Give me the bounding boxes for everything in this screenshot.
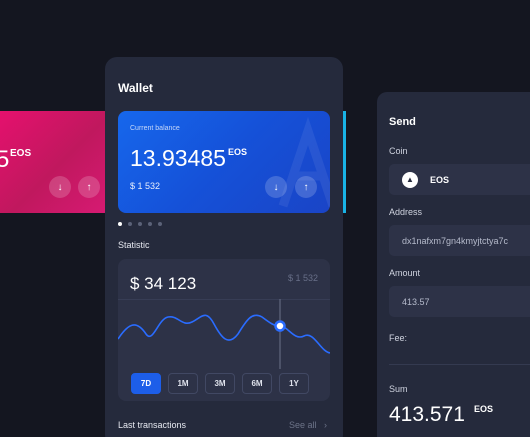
- range-1m-button[interactable]: 1M: [168, 373, 198, 394]
- balance-currency: EOS: [228, 147, 248, 157]
- pager-dot[interactable]: [148, 222, 152, 226]
- amount-input[interactable]: 413.57: [389, 286, 530, 317]
- address-label: Address: [389, 207, 423, 217]
- receive-arrow-down-icon[interactable]: ↓: [265, 176, 287, 198]
- balance-label: Current balance: [130, 125, 180, 132]
- send-panel: Send Coin ▲ EOS Address dx1nafxm7gn4kmyj…: [377, 92, 530, 437]
- range-selector: 7D 1M 3M 6M 1Y: [131, 373, 309, 394]
- statistic-line-chart[interactable]: [118, 299, 330, 369]
- range-1y-button[interactable]: 1Y: [279, 373, 309, 394]
- receive-arrow-down-icon[interactable]: ↓: [49, 176, 71, 198]
- divider: [389, 364, 530, 365]
- sum-value: 413.571: [389, 403, 465, 426]
- chart-series-line: [118, 314, 330, 354]
- coin-select[interactable]: ▲ EOS: [389, 164, 530, 195]
- balance-card[interactable]: Current balance 13.93485 EOS $ 1 532 ↓ ↑: [118, 111, 330, 213]
- pink-card-currency: EOS: [10, 148, 32, 159]
- range-6m-button[interactable]: 6M: [242, 373, 272, 394]
- address-input[interactable]: dx1nafxm7gn4kmyjtctya7c: [389, 225, 530, 256]
- pager-dot[interactable]: [128, 222, 132, 226]
- sum-label: Sum: [389, 384, 408, 394]
- coin-label: Coin: [389, 146, 408, 156]
- see-all-label: See all: [288, 420, 317, 430]
- statistic-label: Statistic: [118, 240, 150, 250]
- eos-coin-icon: ▲: [402, 171, 418, 188]
- range-3m-button[interactable]: 3M: [205, 373, 235, 394]
- statistic-compare: $ 1 532: [287, 273, 318, 283]
- wallet-title: Wallet: [118, 81, 153, 95]
- send-title: Send: [389, 116, 416, 128]
- pager-dot[interactable]: [118, 222, 122, 226]
- statistic-card: $ 34 123 $ 1 532 7D 1M 3M 6M 1Y: [118, 259, 330, 401]
- pager-dot[interactable]: [138, 222, 142, 226]
- send-arrow-up-icon[interactable]: ↑: [78, 176, 100, 198]
- fee-label: Fee:: [389, 333, 408, 343]
- card-pager: [118, 222, 162, 226]
- chevron-right-icon: ›: [324, 420, 327, 430]
- pink-card-amount: 5: [0, 146, 10, 173]
- pager-dot[interactable]: [158, 222, 162, 226]
- sum-currency: EOS: [474, 404, 494, 414]
- range-7d-button[interactable]: 7D: [131, 373, 161, 394]
- last-transactions-label: Last transactions: [118, 420, 187, 430]
- send-arrow-up-icon[interactable]: ↑: [295, 176, 317, 198]
- balance-amount: 13.93485: [130, 145, 226, 171]
- chart-marker[interactable]: [274, 320, 286, 332]
- wallet-panel: Wallet Current balance 13.93485 EOS $ 1 …: [105, 57, 343, 437]
- statistic-value: $ 34 123: [130, 274, 197, 293]
- amount-label: Amount: [389, 268, 421, 278]
- balance-fiat: $ 1 532: [130, 181, 161, 191]
- coin-value: EOS: [430, 174, 450, 185]
- see-all-link[interactable]: See all ›: [289, 420, 327, 430]
- pink-card[interactable]: 5 EOS ↓ ↑: [0, 111, 112, 213]
